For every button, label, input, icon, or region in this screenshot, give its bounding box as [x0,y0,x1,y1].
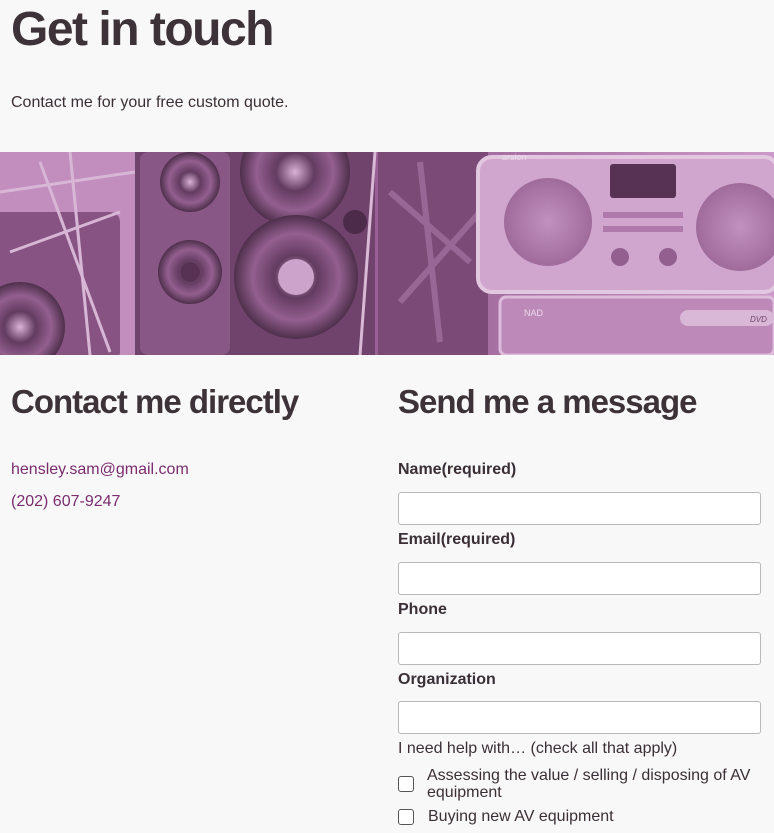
name-input[interactable] [398,492,761,525]
banner-image: arsion NAD DVD [0,152,774,355]
buying-checkbox[interactable] [398,809,414,825]
message-heading: Send me a message [398,383,698,420]
phone-label: Phone [398,601,447,618]
message-section: Send me a message Name(required) Email(r… [398,383,762,825]
option-buying[interactable]: Buying new AV equipment [398,808,614,825]
assessing-label: Assessing the value / selling / disposin… [427,767,751,801]
contact-section: Contact me directly hensley.sam@gmail.co… [11,383,371,510]
email-label: Email(required) [398,531,516,548]
help-label: I need help with… (check all that apply) [398,740,678,757]
phone-link[interactable]: (202) 607-9247 [11,493,120,511]
buying-label: Buying new AV equipment [428,808,614,825]
email-input[interactable] [398,562,761,595]
organization-input[interactable] [398,701,761,734]
assessing-checkbox[interactable] [398,776,414,792]
email-link[interactable]: hensley.sam@gmail.com [11,461,189,479]
phone-input[interactable] [398,632,761,665]
organization-label: Organization [398,671,496,688]
intro-text: Contact me for your free custom quote. [11,94,289,111]
option-assessing[interactable]: Assessing the value / selling / disposin… [398,767,757,801]
name-label: Name(required) [398,461,517,478]
contact-heading: Contact me directly [11,383,299,420]
page-title: Get in touch [11,3,274,56]
